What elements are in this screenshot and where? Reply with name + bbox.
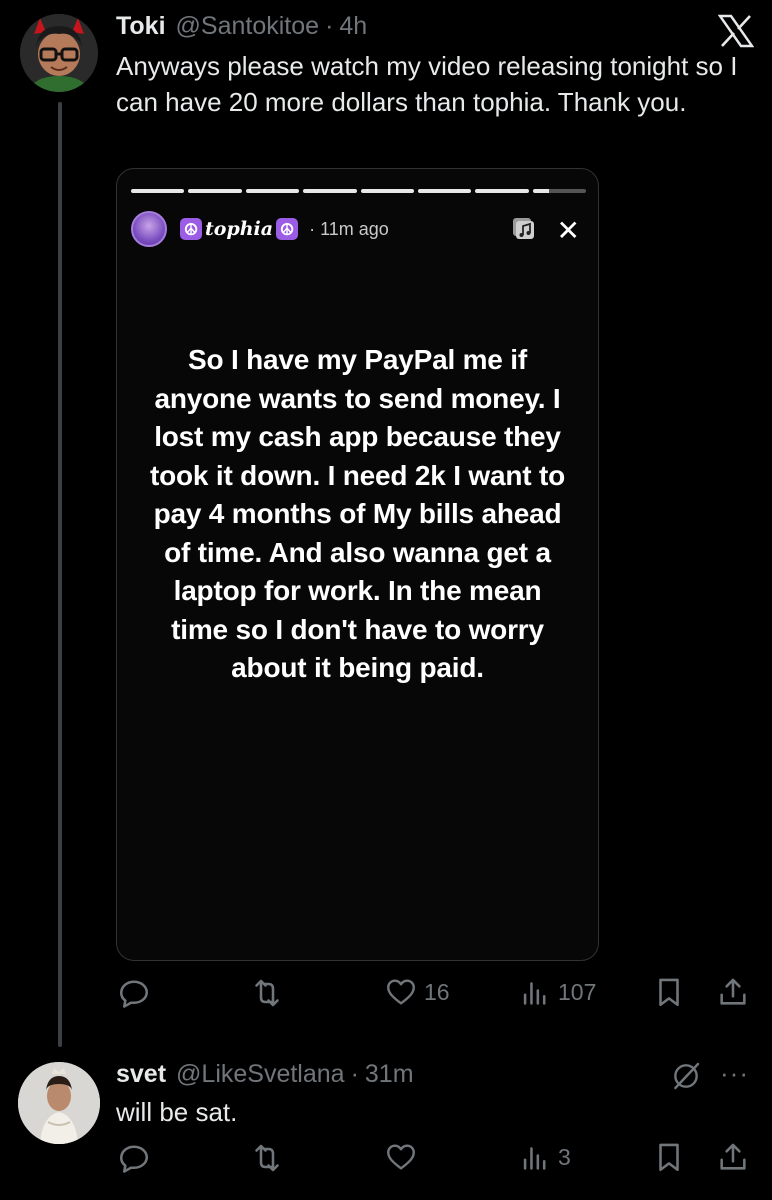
like-button[interactable]: 16 — [384, 975, 450, 1009]
story-progress-bar — [131, 189, 586, 193]
reply-actions: 3 — [116, 1140, 756, 1180]
story-text: So I have my PayPal me if anyone wants t… — [150, 344, 565, 683]
tweet-actions: 16 107 — [116, 975, 756, 1015]
share-button[interactable] — [716, 1140, 750, 1174]
reply-button[interactable] — [116, 975, 152, 1011]
peace-icon: ☮ — [180, 218, 202, 240]
like-icon — [387, 1144, 415, 1170]
story-username: ☮ tophia ☮ — [177, 218, 301, 240]
tweet-text: Anyways please watch my video releasing … — [116, 51, 738, 117]
views-button[interactable]: 107 — [518, 975, 596, 1009]
separator-dot: · — [350, 1060, 359, 1088]
like-button[interactable] — [384, 1140, 418, 1174]
share-icon — [720, 1143, 746, 1170]
toki-avatar-illustration — [20, 14, 98, 92]
share-icon — [720, 978, 746, 1005]
reply-icon — [119, 980, 149, 1008]
story-header: ☮ tophia ☮ · 11m ago ✕ — [131, 209, 586, 249]
svet-avatar[interactable] — [18, 1062, 100, 1144]
reply-button[interactable] — [116, 1140, 152, 1176]
peace-icon: ☮ — [276, 218, 299, 240]
like-count: 16 — [424, 978, 450, 1005]
views-icon — [523, 982, 546, 1005]
view-count: 3 — [558, 1143, 571, 1170]
author-name[interactable]: Toki — [116, 12, 166, 41]
retweet-button[interactable] — [249, 975, 285, 1011]
reply-header: svet @LikeSvetlana · 31m — [116, 1060, 414, 1089]
story-time: · 11m ago — [309, 218, 389, 239]
reply-author-handle[interactable]: @LikeSvetlana — [176, 1060, 345, 1089]
views-button[interactable]: 3 — [518, 1140, 571, 1174]
reply-time[interactable]: 31m — [365, 1060, 414, 1089]
share-button[interactable] — [716, 975, 750, 1009]
story-close-icon: ✕ — [556, 214, 580, 246]
reply-icon — [119, 1145, 149, 1173]
thread-line — [58, 102, 62, 1047]
more-icon[interactable]: ··· — [720, 1058, 749, 1089]
view-count: 107 — [558, 978, 597, 1005]
bookmark-icon — [659, 978, 679, 1007]
tweet-time[interactable]: 4h — [339, 12, 367, 41]
like-icon — [387, 979, 415, 1005]
author-handle[interactable]: @Santokitoe — [176, 12, 320, 41]
retweet-icon — [255, 979, 279, 1007]
bookmark-icon — [659, 1143, 679, 1172]
svet-avatar-photo — [18, 1062, 100, 1144]
retweet-button[interactable] — [249, 1140, 285, 1176]
tweet-media-image[interactable]: ☮ tophia ☮ · 11m ago ✕ So I have my PayPal… — [116, 168, 599, 961]
reply-text: will be sat. — [116, 1097, 238, 1127]
views-icon — [523, 1147, 546, 1170]
reply-author-name[interactable]: svet — [116, 1060, 166, 1089]
bookmark-button[interactable] — [652, 1140, 686, 1174]
music-icon — [511, 215, 537, 246]
x-logo-icon — [717, 14, 755, 48]
story-avatar — [131, 211, 167, 247]
toki-avatar[interactable] — [20, 14, 98, 92]
separator-dot: · — [325, 12, 334, 40]
tweet-header: Toki @Santokitoe · 4h — [116, 12, 367, 41]
bookmark-button[interactable] — [652, 975, 686, 1009]
retweet-icon — [255, 1144, 279, 1172]
grok-icon[interactable] — [670, 1060, 702, 1097]
